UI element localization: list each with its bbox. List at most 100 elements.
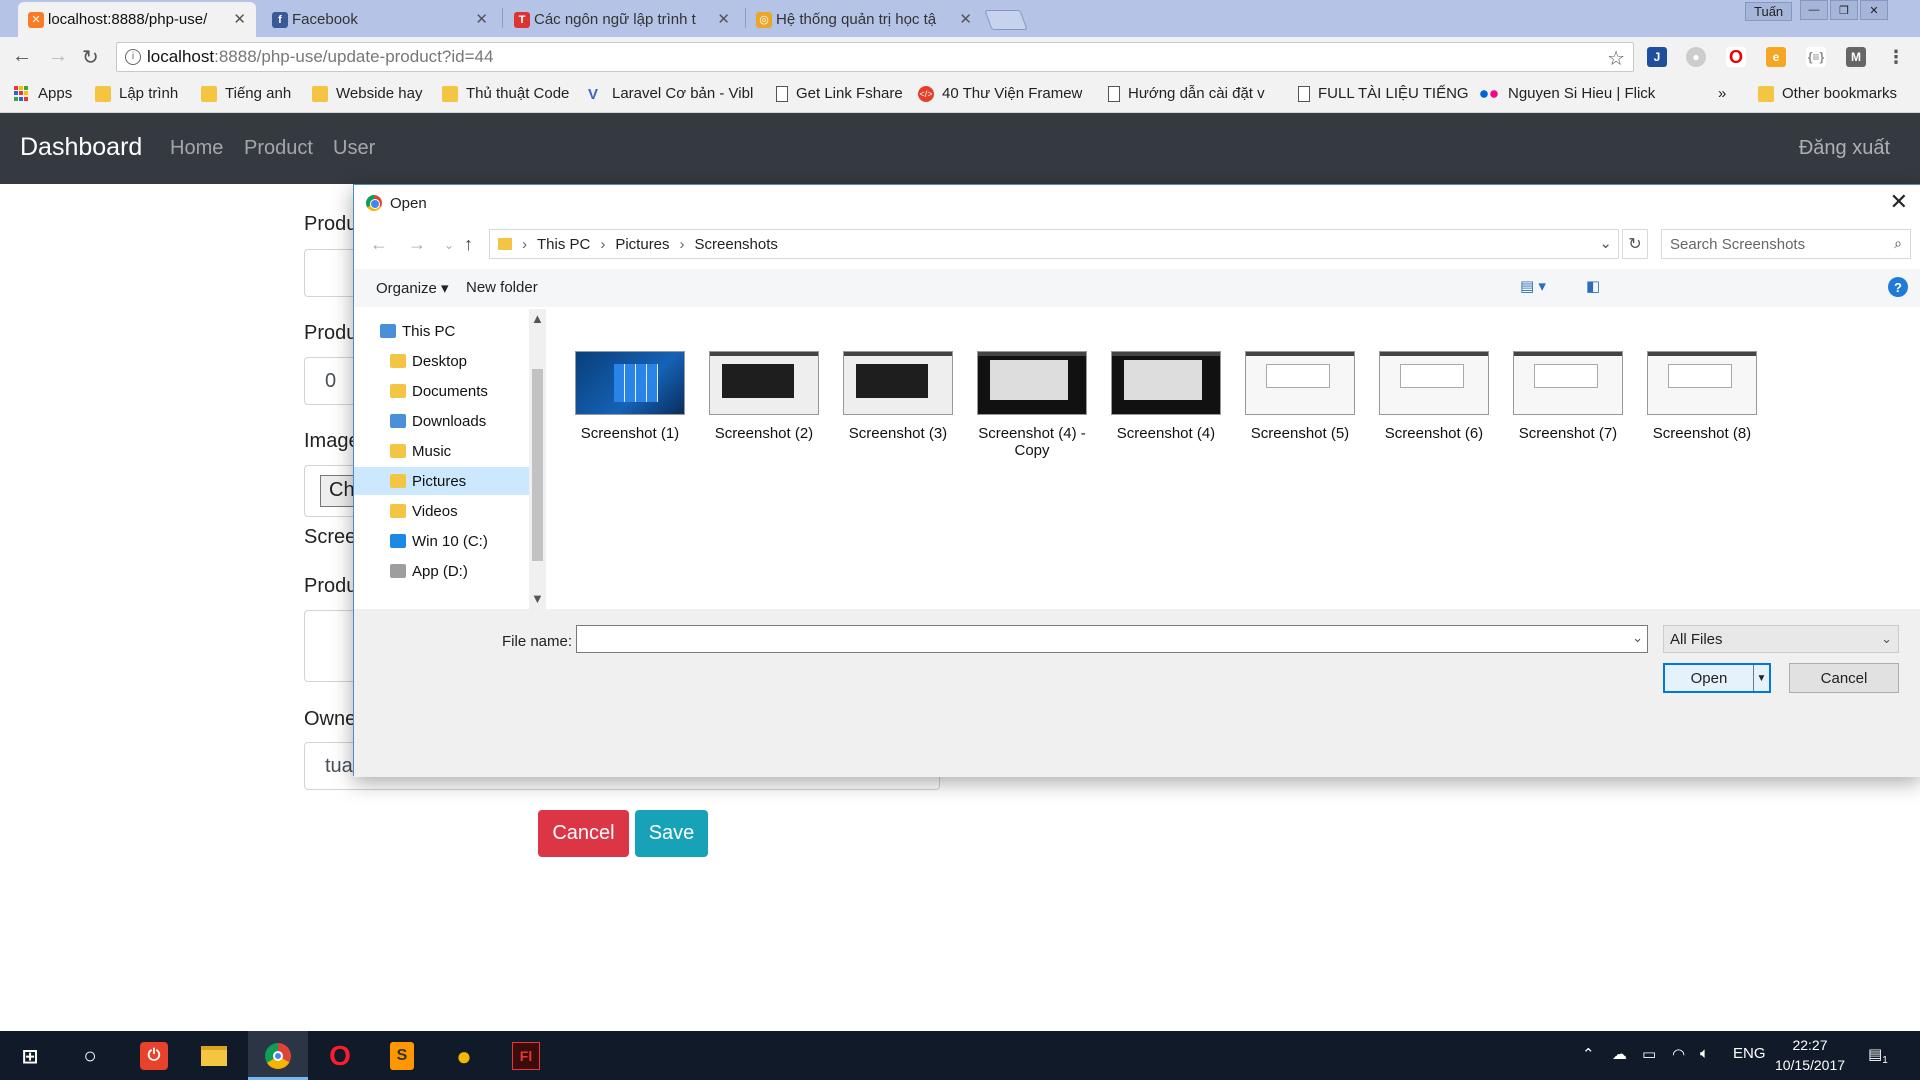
bookmark-full-tai-lieu[interactable]: FULL TÀI LIỆU TIẾNG bbox=[1298, 85, 1469, 102]
nav-item-desktop[interactable]: Desktop bbox=[354, 347, 529, 375]
clock[interactable]: 22:27 10/15/2017 bbox=[1770, 1035, 1850, 1075]
nav-product[interactable]: Product bbox=[244, 137, 313, 160]
up-icon[interactable]: ↑ bbox=[464, 234, 473, 255]
extension-code-icon[interactable]: {≡} bbox=[1806, 47, 1826, 67]
change-view-icon[interactable]: ▤ ▾ bbox=[1520, 277, 1546, 295]
flash-icon[interactable]: Fl bbox=[510, 1040, 542, 1072]
opera-icon[interactable]: O bbox=[1726, 47, 1746, 67]
file-type-select[interactable]: All Files ⌄ bbox=[1663, 625, 1899, 653]
windows-start-icon[interactable]: ⊞ bbox=[14, 1040, 46, 1072]
close-window-icon[interactable]: ✕ bbox=[1860, 0, 1888, 20]
help-icon[interactable]: ? bbox=[1888, 277, 1908, 297]
bookmark-tieng-anh[interactable]: Tiếng anh bbox=[201, 85, 291, 102]
file-item[interactable]: Screenshot (6) bbox=[1378, 351, 1490, 442]
bookmarks-overflow-button[interactable]: » bbox=[1718, 85, 1726, 102]
action-center-icon[interactable]: ▤1 bbox=[1868, 1045, 1888, 1066]
sublime-icon[interactable]: S bbox=[386, 1040, 418, 1072]
onedrive-icon[interactable]: ☁ bbox=[1612, 1045, 1627, 1063]
organize-menu[interactable]: Organize ▾ bbox=[376, 279, 449, 297]
bookmark-huong-dan[interactable]: Hướng dẫn cài đặt v bbox=[1108, 85, 1265, 102]
nav-item-this-pc[interactable]: This PC bbox=[354, 317, 529, 345]
tab-localhost[interactable]: ✕ localhost:8888/php-use/ ✕ bbox=[18, 2, 256, 37]
back-icon[interactable]: ← bbox=[370, 234, 388, 255]
chevron-right-icon[interactable]: › bbox=[522, 236, 527, 253]
app-bear-icon[interactable]: ● bbox=[448, 1040, 480, 1072]
nav-user[interactable]: User bbox=[333, 137, 375, 160]
file-name-input[interactable]: ⌄ bbox=[576, 625, 1648, 653]
nav-item-music[interactable]: Music bbox=[354, 437, 529, 465]
file-item[interactable]: Screenshot (7) bbox=[1512, 351, 1624, 442]
file-item[interactable]: Screenshot (4) bbox=[1110, 351, 1222, 442]
language-indicator[interactable]: ENG bbox=[1733, 1045, 1766, 1062]
reload-icon[interactable]: ↻ bbox=[82, 45, 99, 70]
close-tab-icon[interactable]: ✕ bbox=[475, 10, 488, 28]
back-icon[interactable]: ← bbox=[12, 45, 32, 68]
bookmark-lap-trinh[interactable]: Lập trình bbox=[95, 85, 178, 102]
bookmark-apps[interactable]: Apps bbox=[14, 85, 72, 102]
file-item[interactable]: Screenshot (2) bbox=[708, 351, 820, 442]
breadcrumb-screenshots[interactable]: Screenshots bbox=[695, 236, 778, 253]
info-icon[interactable]: i bbox=[125, 49, 141, 65]
logout-link[interactable]: Đăng xuất bbox=[1799, 137, 1890, 160]
chevron-right-icon[interactable]: › bbox=[600, 236, 605, 253]
restore-icon[interactable]: ❐ bbox=[1830, 0, 1858, 20]
close-icon[interactable]: ✕ bbox=[1890, 189, 1908, 215]
address-bar[interactable]: i localhost:8888/php-use/update-product?… bbox=[116, 42, 1634, 72]
save-button[interactable]: Save bbox=[635, 810, 708, 857]
breadcrumb-this-pc[interactable]: This PC bbox=[537, 236, 590, 253]
breadcrumb-pictures[interactable]: Pictures bbox=[615, 236, 669, 253]
close-tab-icon[interactable]: ✕ bbox=[717, 10, 730, 28]
volume-icon[interactable]: 🔈︎ bbox=[1700, 1045, 1709, 1062]
tab-facebook[interactable]: f Facebook ✕ bbox=[262, 2, 498, 37]
close-tab-icon[interactable]: ✕ bbox=[959, 10, 972, 28]
extension-e-icon[interactable]: e bbox=[1766, 47, 1786, 67]
file-item[interactable]: Screenshot (1) bbox=[574, 351, 686, 442]
bookmark-40-thu-vien[interactable]: </> 40 Thư Viện Framew bbox=[918, 85, 1082, 102]
cortana-icon[interactable]: ○ bbox=[74, 1040, 106, 1072]
bookmark-laravel[interactable]: V Laravel Cơ bản - Vibl bbox=[588, 85, 753, 103]
extension-m-icon[interactable]: M bbox=[1846, 47, 1866, 67]
bookmark-flickr[interactable]: Nguyen Si Hieu | Flick bbox=[1480, 85, 1655, 102]
open-dropdown-icon[interactable]: ▼ bbox=[1753, 665, 1769, 691]
search-input[interactable]: Search Screenshots ⌕ bbox=[1661, 229, 1911, 259]
battery-icon[interactable]: ▭ bbox=[1642, 1045, 1656, 1063]
bookmark-webside-hay[interactable]: Webside hay bbox=[312, 85, 422, 102]
nav-item-videos[interactable]: Videos bbox=[354, 497, 529, 525]
chevron-down-icon[interactable]: ⌄ bbox=[1632, 630, 1643, 646]
tab-lms[interactable]: ◎ Hệ thống quản trị học tậ ✕ bbox=[746, 2, 982, 37]
open-button[interactable]: Open ▼ bbox=[1663, 663, 1771, 693]
breadcrumb[interactable]: › This PC › Pictures › Screenshots ⌄ bbox=[489, 229, 1619, 259]
scroll-down-icon[interactable]: ▼ bbox=[531, 591, 544, 606]
nav-item-downloads[interactable]: Downloads bbox=[354, 407, 529, 435]
nav-item-win-10-c[interactable]: Win 10 (C:) bbox=[354, 527, 529, 555]
refresh-button[interactable]: ↻ bbox=[1622, 229, 1648, 259]
show-hidden-icons-icon[interactable]: ⌃ bbox=[1582, 1045, 1595, 1063]
wifi-icon[interactable]: ◠ bbox=[1672, 1045, 1685, 1063]
cancel-button[interactable]: Cancel bbox=[1789, 663, 1899, 693]
other-bookmarks[interactable]: Other bookmarks bbox=[1758, 85, 1897, 102]
file-item[interactable]: Screenshot (4) - Copy bbox=[976, 351, 1088, 459]
recent-chevron-icon[interactable]: ⌄ bbox=[444, 238, 454, 252]
opera-icon[interactable]: O bbox=[324, 1040, 356, 1072]
bookmark-thu-thuat-code[interactable]: Thủ thuật Code bbox=[442, 85, 569, 102]
new-tab-button[interactable] bbox=[984, 10, 1028, 30]
scroll-up-icon[interactable]: ▲ bbox=[531, 311, 544, 326]
forward-icon[interactable]: → bbox=[408, 234, 426, 255]
forward-icon[interactable]: → bbox=[48, 45, 68, 68]
preview-pane-icon[interactable]: ◧ bbox=[1586, 277, 1600, 295]
scroll-thumb[interactable] bbox=[532, 369, 543, 561]
cancel-button[interactable]: Cancel bbox=[538, 810, 629, 857]
new-folder-button[interactable]: New folder bbox=[466, 279, 538, 296]
file-item[interactable]: Screenshot (8) bbox=[1646, 351, 1758, 442]
bookmark-get-link-fshare[interactable]: Get Link Fshare bbox=[776, 85, 903, 102]
navigation-scrollbar[interactable]: ▲ ▼ bbox=[529, 309, 546, 609]
chrome-icon[interactable] bbox=[262, 1040, 294, 1072]
nav-item-app-d[interactable]: App (D:) bbox=[354, 557, 529, 579]
menu-icon[interactable]: ⋮ bbox=[1886, 47, 1906, 67]
chevron-down-icon[interactable]: ⌄ bbox=[1599, 234, 1612, 252]
file-item[interactable]: Screenshot (3) bbox=[842, 351, 954, 442]
nav-home[interactable]: Home bbox=[170, 137, 223, 160]
brand-link[interactable]: Dashboard bbox=[20, 133, 142, 162]
close-tab-icon[interactable]: ✕ bbox=[233, 10, 246, 28]
chevron-right-icon[interactable]: › bbox=[680, 236, 685, 253]
